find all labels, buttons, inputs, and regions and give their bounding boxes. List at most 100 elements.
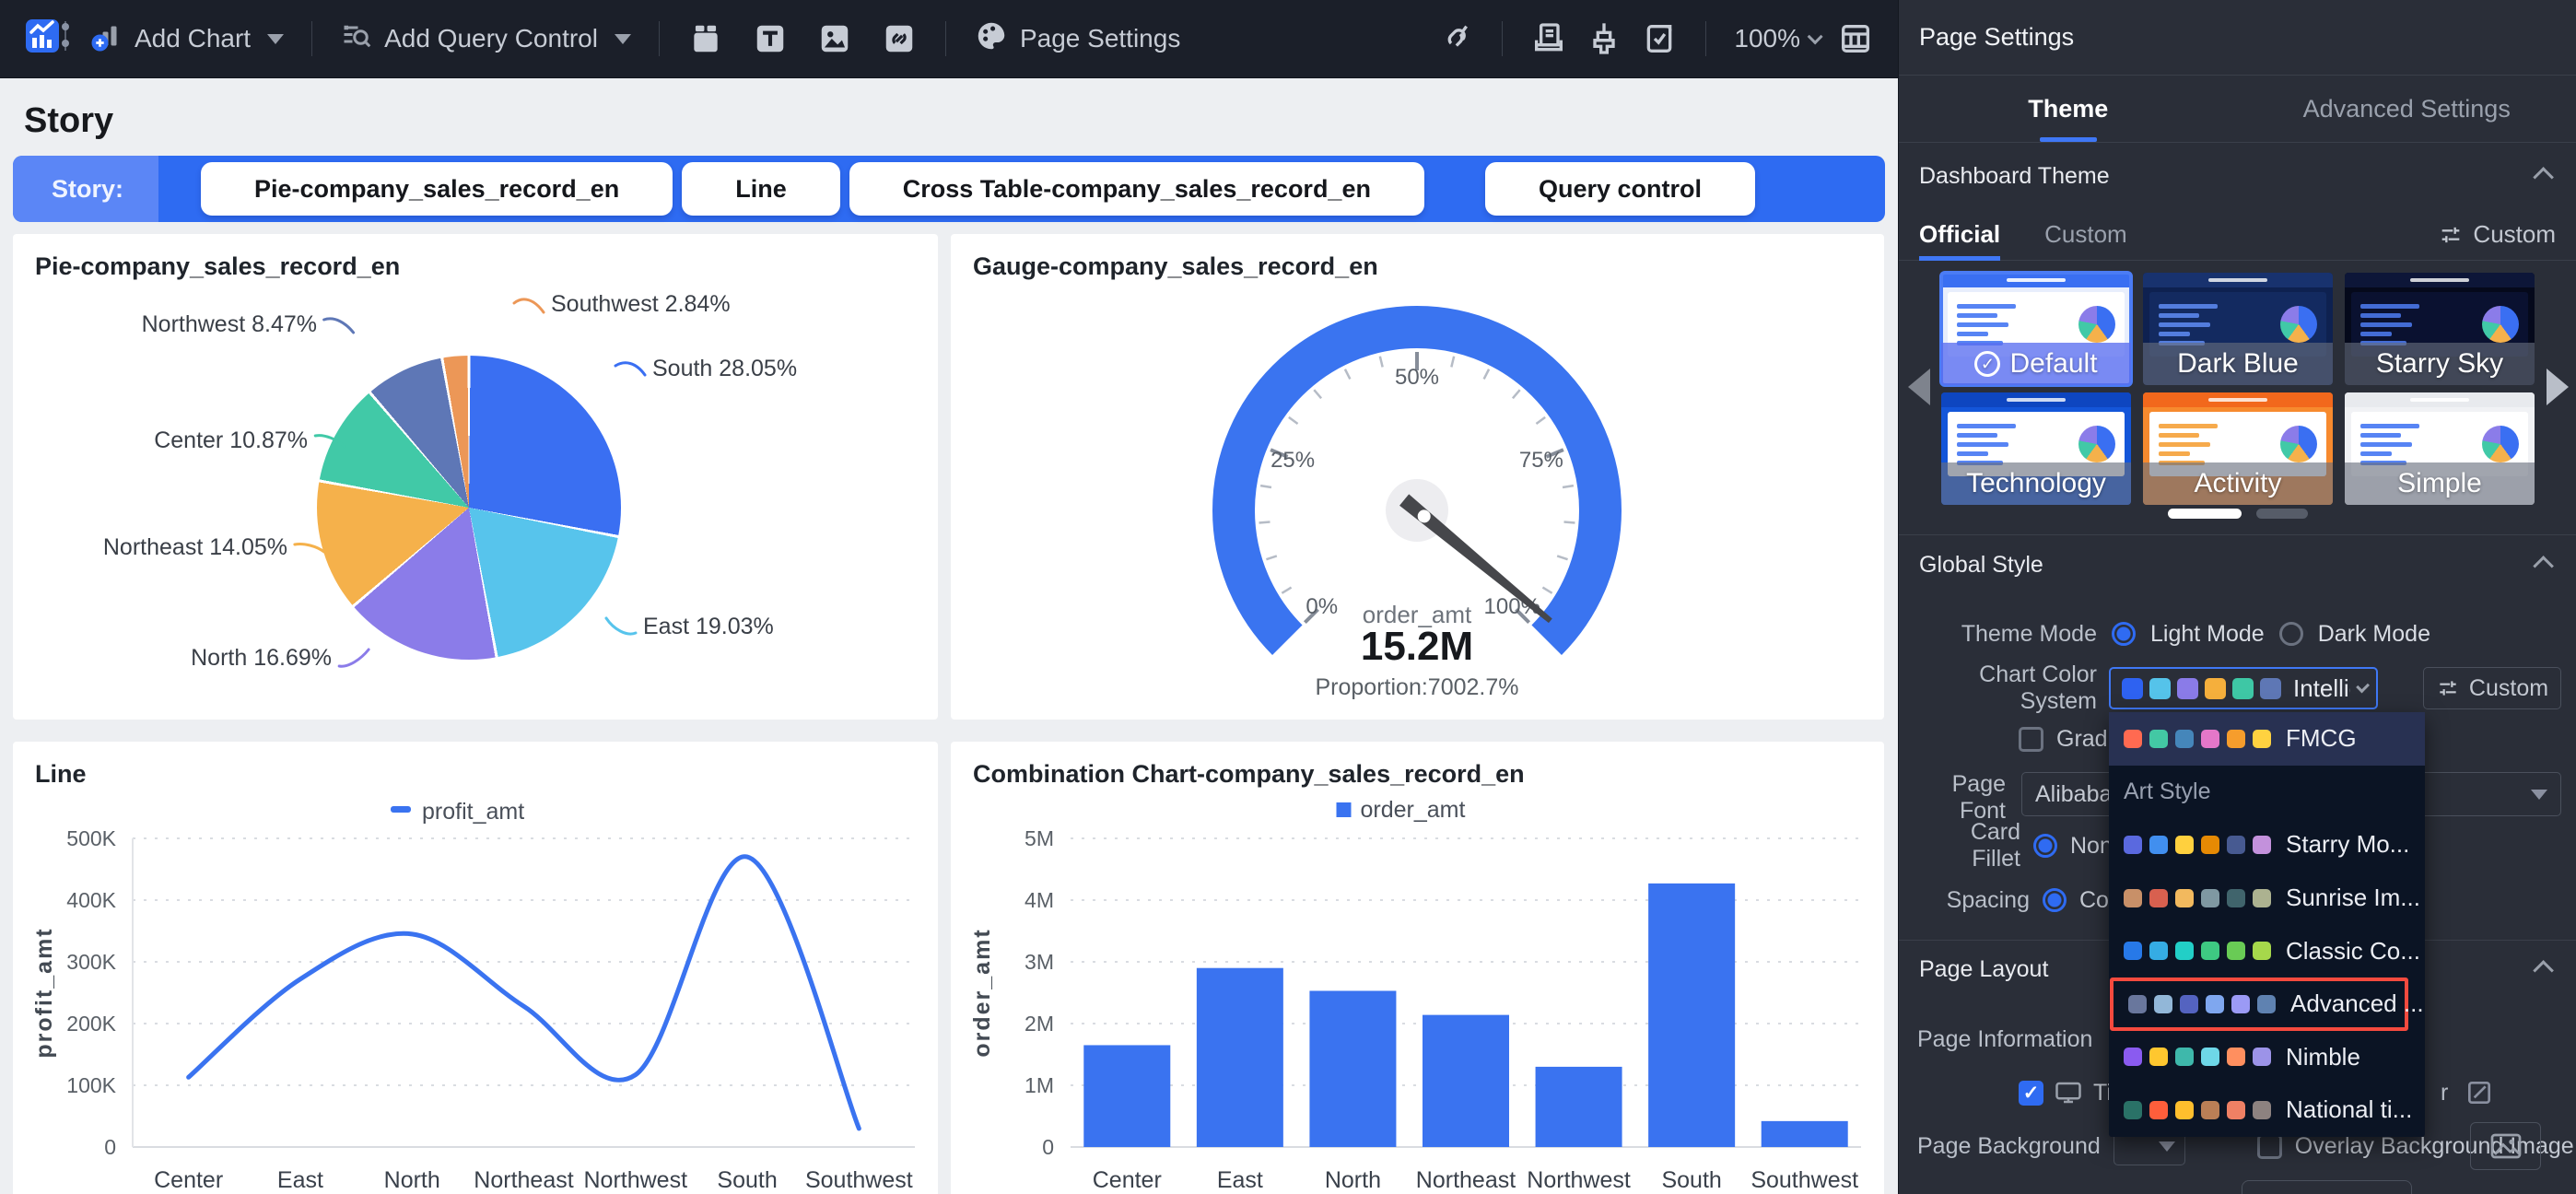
chart-color-select[interactable]: Intellig... xyxy=(2109,667,2378,709)
pie-slice-label: South 28.05% xyxy=(614,356,797,382)
palette-option-sunrise-im-[interactable]: Sunrise Im... xyxy=(2109,872,2425,925)
gauge-chart-card[interactable]: Gauge-company_sales_record_en 0%25%50%75… xyxy=(951,234,1884,720)
theme-mode-radio-dark-mode[interactable] xyxy=(2279,622,2303,646)
pie-chart-card[interactable]: Pie-company_sales_record_en Southwest 2.… xyxy=(13,234,938,720)
overlay-background-checkbox[interactable] xyxy=(2257,1134,2282,1159)
palette-option-fmcg[interactable]: FMCG xyxy=(2109,712,2425,766)
color-swatch xyxy=(2257,995,2276,1013)
add-chart-button[interactable]: Add Chart xyxy=(90,19,284,59)
toolbar-divider xyxy=(945,21,946,56)
edit-icon[interactable] xyxy=(2465,1078,2494,1107)
toolbar-divider xyxy=(659,21,660,56)
page-font-label: Page Font xyxy=(1917,771,2006,825)
global-style-header[interactable]: Global Style xyxy=(1899,535,2576,594)
chart-color-custom-button[interactable]: Custom xyxy=(2423,667,2561,709)
svg-text:profit_amt: profit_amt xyxy=(422,799,524,825)
zoom-level-value: 100% xyxy=(1734,24,1800,53)
carousel-left-arrow[interactable] xyxy=(1908,369,1930,405)
chevron-down-icon xyxy=(2356,680,2370,694)
theme-thumbnail-starry-sky[interactable]: Starry Sky xyxy=(2345,273,2535,385)
carousel-dots xyxy=(1899,509,2576,519)
color-swatch xyxy=(2124,1101,2142,1119)
thumb-mini-header xyxy=(2143,273,2333,287)
svg-text:100K: 100K xyxy=(66,1073,116,1097)
theme-thumbnail-activity[interactable]: Activity xyxy=(2143,392,2333,505)
grid-view-icon[interactable] xyxy=(1837,20,1874,57)
carousel-right-arrow[interactable] xyxy=(2547,369,2569,405)
theme-mode-radio-light-mode[interactable] xyxy=(2112,622,2136,646)
unlink-icon[interactable] xyxy=(1437,20,1474,57)
chevron-down-icon xyxy=(1808,29,1823,44)
tab-container-icon[interactable] xyxy=(687,20,724,57)
add-chart-icon xyxy=(90,19,123,59)
gradient-checkbox[interactable] xyxy=(2019,727,2043,752)
svg-text:North: North xyxy=(1325,1167,1381,1193)
spacing-radio[interactable] xyxy=(2043,888,2067,912)
color-swatch xyxy=(2124,1048,2142,1066)
tab-theme[interactable]: Theme xyxy=(1899,76,2238,142)
spacing-option-label: Co xyxy=(2079,887,2109,914)
story-tab-4[interactable]: Query control xyxy=(1485,162,1755,216)
app-logo-icon[interactable] xyxy=(24,14,72,64)
zoom-level-control[interactable]: 100% xyxy=(1734,24,1819,53)
color-swatch xyxy=(2227,730,2245,748)
pie-slice-label: Northeast 14.05% xyxy=(103,534,326,561)
color-swatch xyxy=(2175,942,2194,960)
text-widget-icon[interactable] xyxy=(752,20,789,57)
theme-thumbnail-default[interactable]: ✓Default xyxy=(1941,273,2131,385)
theme-thumbnail-technology[interactable]: Technology xyxy=(1941,392,2131,505)
palette-option-national-ti-[interactable]: National ti... xyxy=(2109,1083,2425,1137)
palette-option-starry-mo-[interactable]: Starry Mo... xyxy=(2109,818,2425,872)
line-chart-card[interactable]: Line 0100K200K300K400K500Kprofit_amtCent… xyxy=(13,742,938,1194)
palette-option-nimble[interactable]: Nimble xyxy=(2109,1031,2425,1084)
link-widget-icon[interactable] xyxy=(881,20,918,57)
combination-chart-card[interactable]: Combination Chart-company_sales_record_e… xyxy=(951,742,1884,1194)
color-swatch xyxy=(2177,678,2198,699)
carousel-dot[interactable] xyxy=(2256,509,2308,519)
brush-icon[interactable] xyxy=(1586,20,1622,57)
theme-thumbnail-simple[interactable]: Simple xyxy=(2345,392,2535,505)
toolbar-divider xyxy=(311,21,312,56)
dashboard-canvas: Story Story: Pie-company_sales_record_en… xyxy=(0,78,1898,1194)
theme-thumbnail-name: Simple xyxy=(2345,462,2535,505)
svg-text:0%: 0% xyxy=(1306,594,1338,619)
pie-chart: Southwest 2.84%Northwest 8.47%South 28.0… xyxy=(13,234,938,720)
card-fillet-none-radio[interactable] xyxy=(2033,834,2057,858)
export-report-icon[interactable] xyxy=(1530,20,1567,57)
dashboard-theme-header[interactable]: Dashboard Theme xyxy=(1899,143,2576,209)
subtab-custom[interactable]: Custom xyxy=(2044,209,2127,260)
page-information-label: Page Information xyxy=(1917,1026,2092,1053)
color-swatch xyxy=(2253,942,2271,960)
pie-chart-title: Pie-company_sales_record_en xyxy=(35,252,400,281)
theme-custom-button[interactable]: Custom xyxy=(2438,220,2556,249)
theme-thumbnail-dark-blue[interactable]: Dark Blue xyxy=(2143,273,2333,385)
svg-text:25%: 25% xyxy=(1270,448,1315,473)
title-area-checkbox[interactable]: ✓ xyxy=(2019,1081,2043,1106)
story-tab-3[interactable]: Cross Table-company_sales_record_en xyxy=(849,162,1424,216)
background-image-button[interactable] xyxy=(2470,1122,2541,1170)
svg-text:0: 0 xyxy=(104,1135,116,1159)
palette-option-advanced-[interactable]: Advanced ... xyxy=(2110,977,2408,1031)
carousel-dot[interactable] xyxy=(2168,509,2242,519)
add-query-control-label: Add Query Control xyxy=(384,24,598,53)
svg-text:East: East xyxy=(277,1167,323,1193)
tab-advanced-settings[interactable]: Advanced Settings xyxy=(2238,76,2576,142)
page-settings-button[interactable]: Page Settings xyxy=(974,18,1180,60)
theme-thumbnails: ✓DefaultDark BlueStarry Sky TechnologyAct… xyxy=(1941,273,2535,505)
color-swatch xyxy=(2122,678,2143,699)
chart-color-dropdown: FMCGArt StyleStarry Mo...Sunrise Im...Cl… xyxy=(2109,712,2425,1137)
color-swatch xyxy=(2175,1048,2194,1066)
theme-mode-option-label: Dark Mode xyxy=(2318,621,2430,648)
palette-option-classic-co-[interactable]: Classic Co... xyxy=(2109,924,2425,977)
story-tab-1[interactable]: Pie-company_sales_record_en xyxy=(201,162,673,216)
svg-text:South: South xyxy=(717,1167,777,1193)
color-swatch xyxy=(2149,678,2171,699)
image-widget-icon[interactable] xyxy=(816,20,853,57)
publish-check-icon[interactable] xyxy=(1641,20,1678,57)
story-tab-2[interactable]: Line xyxy=(682,162,840,216)
subtab-official[interactable]: Official xyxy=(1919,209,2000,260)
monitor-icon xyxy=(2055,1081,2082,1105)
page-settings-label: Page Settings xyxy=(1020,24,1180,53)
color-swatch xyxy=(2253,730,2271,748)
add-query-control-button[interactable]: Add Query Control xyxy=(340,19,631,59)
